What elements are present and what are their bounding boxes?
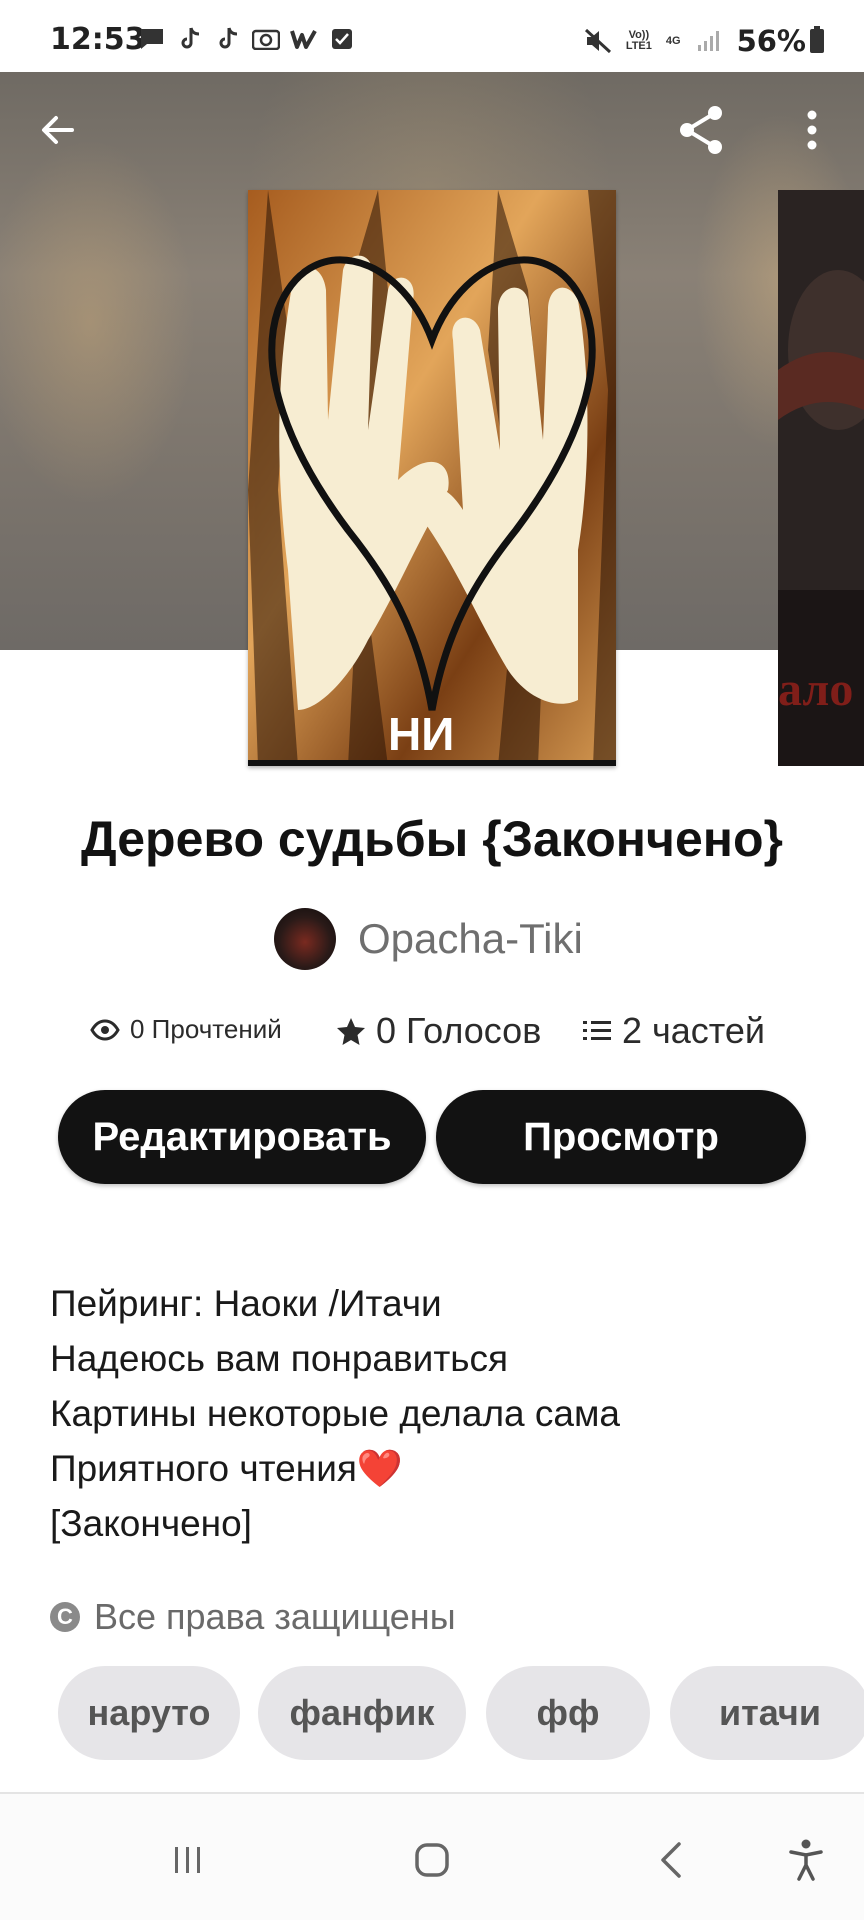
signal-icon: [695, 28, 723, 54]
tag-chip[interactable]: фанфик: [258, 1666, 466, 1760]
battery-indicator: 56%: [737, 24, 824, 58]
battery-percent: 56%: [736, 24, 806, 58]
tag-chip[interactable]: итачи: [670, 1666, 864, 1760]
votes-count: 0 Голосов: [376, 1010, 542, 1051]
tag-chip[interactable]: наруто: [58, 1666, 240, 1760]
svg-text:ало: ало: [778, 663, 853, 716]
view-button[interactable]: Просмотр: [436, 1090, 806, 1184]
author-name[interactable]: Opacha-Tiki: [358, 915, 583, 963]
votes-stat: 0 Голосов: [336, 1010, 541, 1052]
back-nav-button[interactable]: [642, 1830, 702, 1890]
recent-apps-button[interactable]: [158, 1830, 218, 1890]
more-vertical-icon: [807, 110, 817, 150]
home-button[interactable]: [402, 1830, 462, 1890]
checkbox-icon: [328, 26, 356, 52]
copyright-text: Все права защищены: [94, 1596, 456, 1637]
avatar[interactable]: [274, 908, 336, 970]
wattpad-icon: [290, 26, 318, 52]
battery-icon: [810, 26, 824, 53]
accessibility-icon: [789, 1839, 823, 1881]
reads-count: 0 Прочтений: [130, 1014, 282, 1044]
parts-stat: 2 частей: [582, 1010, 765, 1052]
description-line: Пейринг: Наоки /Итачи: [50, 1283, 442, 1324]
next-story-cover[interactable]: ало: [778, 190, 864, 766]
tag-chip[interactable]: фф: [486, 1666, 650, 1760]
share-button[interactable]: [672, 100, 732, 160]
story-title: Дерево судьбы {Закончено}: [81, 811, 783, 867]
status-time: 12:53: [50, 22, 146, 57]
author-link[interactable]: Opacha-Tiki: [274, 908, 583, 970]
system-navigation-bar: [0, 1794, 864, 1920]
heart-emoji: ❤️: [356, 1448, 403, 1489]
share-icon: [680, 106, 722, 154]
home-icon: [415, 1843, 449, 1877]
copyright-notice: C Все права защищены: [50, 1596, 456, 1638]
cover-text: НИ: [388, 708, 454, 760]
chevron-left-icon: [661, 1842, 681, 1878]
list-icon: [583, 1021, 611, 1040]
edit-button[interactable]: Редактировать: [58, 1090, 426, 1184]
eye-icon: [90, 1018, 120, 1041]
star-icon: [337, 1018, 365, 1045]
recents-icon: [175, 1847, 200, 1873]
volte-indicator: Vo)) LTE1: [625, 29, 652, 52]
notification-icons: [138, 26, 356, 52]
tags-row[interactable]: наруто фанфик фф итачи: [58, 1666, 864, 1762]
instagram-icon: [252, 26, 280, 52]
status-bar: 12:53 Vo)) LTE1 4G 56%: [0, 0, 864, 72]
description-line: [Закончено]: [50, 1503, 252, 1544]
story-cover[interactable]: НИ: [248, 190, 616, 766]
story-description: Пейринг: Наоки /Итачи Надеюсь вам понрав…: [50, 1276, 620, 1551]
system-status-icons: Vo)) LTE1 4G 56%: [584, 24, 824, 58]
accessibility-button[interactable]: [776, 1830, 836, 1890]
reads-stat: 0 Прочтений: [90, 1014, 282, 1045]
back-button[interactable]: [28, 100, 88, 160]
message-icon: [138, 26, 166, 52]
arrow-left-icon: [42, 116, 74, 144]
cover-artwork: НИ: [248, 190, 616, 766]
description-line: Приятного чтения❤️: [50, 1448, 403, 1489]
more-options-button[interactable]: [782, 100, 842, 160]
network-type: 4G: [665, 34, 681, 47]
description-line: Надеюсь вам понравиться: [50, 1338, 509, 1379]
tiktok-icon: [176, 26, 204, 52]
tiktok-icon: [214, 26, 242, 52]
copyright-icon: C: [50, 1602, 80, 1632]
parts-count: 2 частей: [622, 1010, 766, 1051]
mute-icon: [584, 28, 612, 54]
description-line: Картины некоторые делала сама: [50, 1393, 620, 1434]
